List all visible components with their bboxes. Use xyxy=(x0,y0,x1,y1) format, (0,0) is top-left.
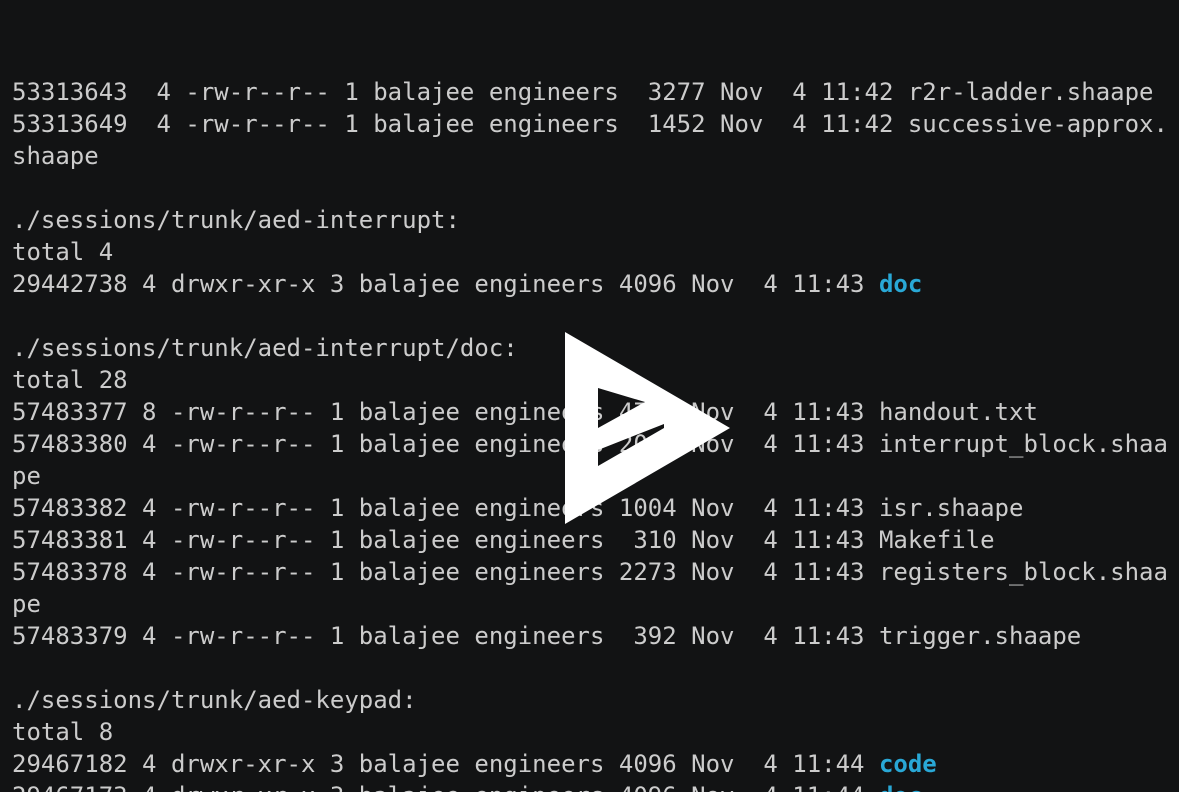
line-text: 57483378 4 -rw-r--r-- 1 balajee engineer… xyxy=(12,558,1168,586)
play-button[interactable] xyxy=(503,296,730,524)
play-icon xyxy=(564,332,730,524)
terminal-line: shaape xyxy=(12,140,1179,172)
terminal-line: ./sessions/trunk/aed-keypad: xyxy=(12,684,1179,716)
line-text: ./sessions/trunk/aed-interrupt/doc: xyxy=(12,334,518,362)
terminal-line: 53313649 4 -rw-r--r-- 1 balajee engineer… xyxy=(12,108,1179,140)
directory-name: code xyxy=(878,750,937,778)
terminal-line: 57483379 4 -rw-r--r-- 1 balajee engineer… xyxy=(12,620,1179,652)
line-text: shaape xyxy=(12,142,99,170)
line-text: 29467182 4 drwxr-xr-x 3 balajee engineer… xyxy=(12,750,879,778)
line-text: total 4 xyxy=(12,238,114,266)
line-text: 57483379 4 -rw-r--r-- 1 balajee engineer… xyxy=(12,622,1082,650)
terminal-line: pe xyxy=(12,588,1179,620)
terminal-line: 53313643 4 -rw-r--r-- 1 balajee engineer… xyxy=(12,76,1179,108)
line-text: ./sessions/trunk/aed-interrupt: xyxy=(12,206,460,234)
line-text: total 28 xyxy=(12,366,128,394)
terminal-output: 53313643 4 -rw-r--r-- 1 balajee engineer… xyxy=(0,0,1179,792)
terminal-line: total 4 xyxy=(12,236,1179,268)
terminal-line: total 8 xyxy=(12,716,1179,748)
line-text: pe xyxy=(12,462,41,490)
directory-name: doc xyxy=(879,782,922,792)
line-text: ./sessions/trunk/aed-keypad: xyxy=(12,686,417,714)
line-text: pe xyxy=(12,590,41,618)
line-text: 53313643 4 -rw-r--r-- 1 balajee engineer… xyxy=(12,78,1154,106)
directory-name: doc xyxy=(878,270,923,298)
terminal-line: 29467173 4 drwxr-xr-x 3 balajee engineer… xyxy=(12,780,1179,792)
terminal-line: 57483381 4 -rw-r--r-- 1 balajee engineer… xyxy=(12,524,1179,556)
line-text: 29467173 4 drwxr-xr-x 3 balajee engineer… xyxy=(12,782,879,792)
terminal-line: 57483378 4 -rw-r--r-- 1 balajee engineer… xyxy=(12,556,1179,588)
terminal-line: ./sessions/trunk/aed-interrupt: xyxy=(12,204,1179,236)
line-text: 53313649 4 -rw-r--r-- 1 balajee engineer… xyxy=(12,110,1168,138)
line-text: 29442738 4 drwxr-xr-x 3 balajee engineer… xyxy=(12,270,879,298)
line-text: total 8 xyxy=(12,718,114,746)
terminal-line: 29467182 4 drwxr-xr-x 3 balajee engineer… xyxy=(12,748,1179,780)
